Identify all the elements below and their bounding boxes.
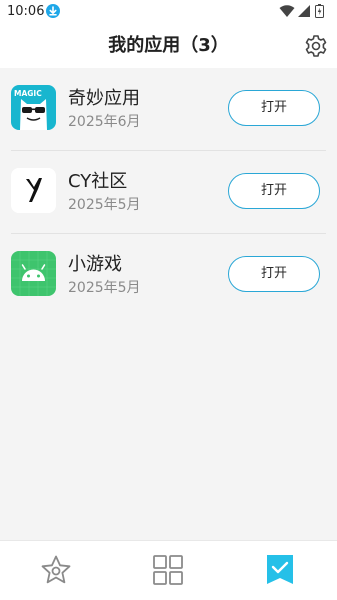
app-name: CY社区 <box>68 171 128 192</box>
app-name: 小游戏 <box>68 254 122 275</box>
open-button[interactable]: 打开 <box>228 256 320 292</box>
grid-icon[interactable] <box>151 553 185 587</box>
status-icons <box>279 4 327 18</box>
list-item[interactable]: 小游戏 2025年5月 打开 <box>0 234 337 317</box>
list-item[interactable]: CY社区 2025年5月 打开 <box>0 151 337 234</box>
download-icon <box>46 4 60 18</box>
status-time: 10:06 <box>7 4 45 19</box>
app-date: 2025年5月 <box>68 280 141 296</box>
android-icon[interactable] <box>11 251 56 296</box>
page-title: 我的应用（3） <box>108 35 229 56</box>
cy-community-icon[interactable] <box>11 168 56 213</box>
battery-icon <box>315 4 324 18</box>
status-bar: 10:06 <box>0 0 337 24</box>
cellular-signal-icon <box>298 5 310 17</box>
check-bookmark-icon[interactable] <box>263 553 297 587</box>
magic-icon-text: MAGIC <box>14 89 42 98</box>
screen: 10:06 我的应用（3） MAGIC 奇妙应用 2025年6月 打开 CY社区… <box>0 0 337 600</box>
list-item[interactable]: MAGIC 奇妙应用 2025年6月 打开 <box>0 68 337 151</box>
open-button[interactable]: 打开 <box>228 173 320 209</box>
app-date: 2025年5月 <box>68 197 141 213</box>
star-icon[interactable] <box>39 553 73 587</box>
gear-icon[interactable] <box>303 33 329 59</box>
app-date: 2025年6月 <box>68 114 141 130</box>
open-button[interactable]: 打开 <box>228 90 320 126</box>
wifi-icon <box>279 5 295 17</box>
app-name: 奇妙应用 <box>68 88 140 109</box>
magic-app-icon[interactable]: MAGIC <box>11 85 56 130</box>
app-bar: 我的应用（3） <box>0 24 337 68</box>
bottom-nav <box>0 540 337 600</box>
